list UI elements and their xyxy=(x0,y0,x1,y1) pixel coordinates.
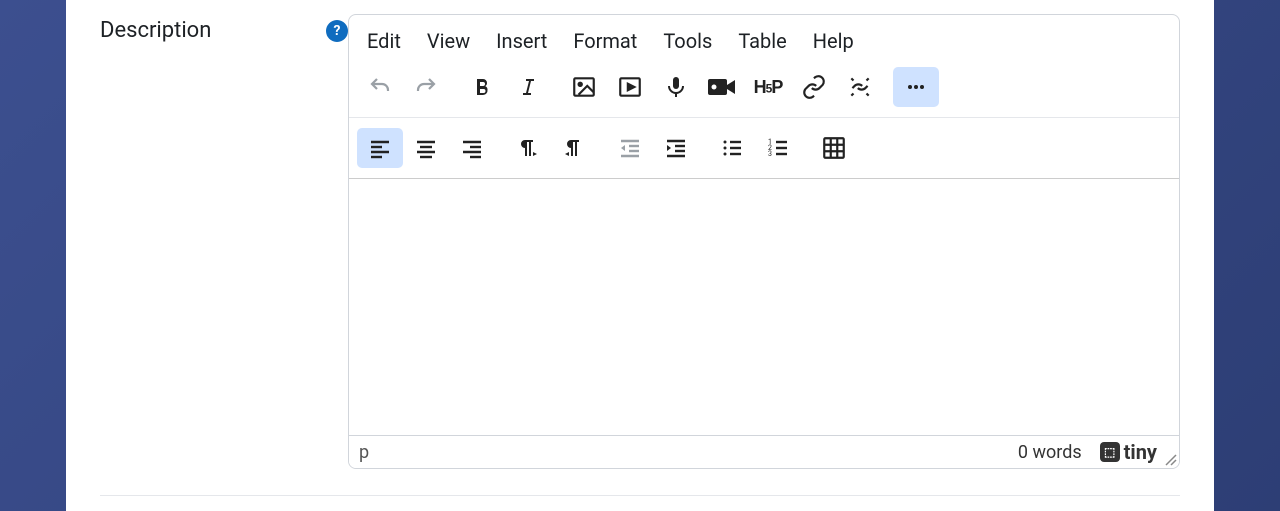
menu-edit[interactable]: Edit xyxy=(355,23,413,59)
italic-button[interactable] xyxy=(505,67,551,107)
bold-icon xyxy=(470,75,494,99)
link-button[interactable] xyxy=(791,67,837,107)
tiny-logo-text: tiny xyxy=(1124,440,1157,464)
redo-button[interactable] xyxy=(403,67,449,107)
align-left-button[interactable] xyxy=(357,128,403,168)
record-audio-button[interactable] xyxy=(653,67,699,107)
align-center-icon xyxy=(414,136,438,160)
section-divider xyxy=(100,495,1180,496)
editor-toolbar-row2: 123 xyxy=(349,118,1179,179)
editor-content-area[interactable] xyxy=(349,179,1179,435)
element-path[interactable]: p xyxy=(359,442,1018,463)
resize-handle[interactable] xyxy=(1163,452,1177,466)
equation-button[interactable] xyxy=(811,128,857,168)
tiny-branding[interactable]: ⬚ tiny xyxy=(1100,440,1157,464)
numbered-list-icon: 123 xyxy=(766,136,790,160)
align-right-icon xyxy=(460,136,484,160)
align-left-icon xyxy=(368,136,392,160)
media-icon xyxy=(617,74,643,100)
more-icon xyxy=(904,75,928,99)
tiny-logo-icon: ⬚ xyxy=(1100,442,1120,462)
h5p-button[interactable]: H5P xyxy=(745,67,791,107)
menu-table[interactable]: Table xyxy=(726,23,798,59)
menu-tools[interactable]: Tools xyxy=(651,23,724,59)
editor-statusbar: p 0 words ⬚ tiny xyxy=(349,435,1179,468)
align-center-button[interactable] xyxy=(403,128,449,168)
image-icon xyxy=(571,74,597,100)
word-count[interactable]: 0 words xyxy=(1018,442,1082,463)
unlink-button[interactable] xyxy=(837,67,883,107)
bullet-list-button[interactable] xyxy=(709,128,755,168)
bold-button[interactable] xyxy=(459,67,505,107)
numbered-list-button[interactable]: 123 xyxy=(755,128,801,168)
editor-toolbar-row1: H5P xyxy=(349,63,1179,118)
rich-text-editor: Edit View Insert Format Tools Table Help xyxy=(348,14,1180,469)
align-right-button[interactable] xyxy=(449,128,495,168)
svg-text:3: 3 xyxy=(768,150,772,158)
menu-help[interactable]: Help xyxy=(801,23,866,59)
rtl-button[interactable] xyxy=(551,128,597,168)
h5p-icon: H5P xyxy=(754,77,783,98)
unlink-icon xyxy=(847,74,873,100)
more-button[interactable] xyxy=(893,67,939,107)
menu-insert[interactable]: Insert xyxy=(484,23,559,59)
ltr-button[interactable] xyxy=(505,128,551,168)
menu-view[interactable]: View xyxy=(415,23,482,59)
outdent-button[interactable] xyxy=(607,128,653,168)
ltr-icon xyxy=(516,136,540,160)
video-camera-icon xyxy=(708,76,736,98)
rtl-icon xyxy=(562,136,586,160)
bullet-list-icon xyxy=(720,136,744,160)
undo-button[interactable] xyxy=(357,67,403,107)
help-icon[interactable]: ? xyxy=(326,20,348,42)
indent-icon xyxy=(664,136,688,160)
menu-format[interactable]: Format xyxy=(561,23,649,59)
italic-icon xyxy=(516,75,540,99)
media-button[interactable] xyxy=(607,67,653,107)
record-video-button[interactable] xyxy=(699,67,745,107)
microphone-icon xyxy=(664,75,688,99)
link-icon xyxy=(801,74,827,100)
table-grid-icon xyxy=(821,135,847,161)
outdent-icon xyxy=(618,136,642,160)
image-button[interactable] xyxy=(561,67,607,107)
editor-menubar: Edit View Insert Format Tools Table Help xyxy=(349,15,1179,63)
redo-icon xyxy=(414,75,438,99)
undo-icon xyxy=(368,75,392,99)
indent-button[interactable] xyxy=(653,128,699,168)
field-label-description: Description xyxy=(100,18,318,43)
